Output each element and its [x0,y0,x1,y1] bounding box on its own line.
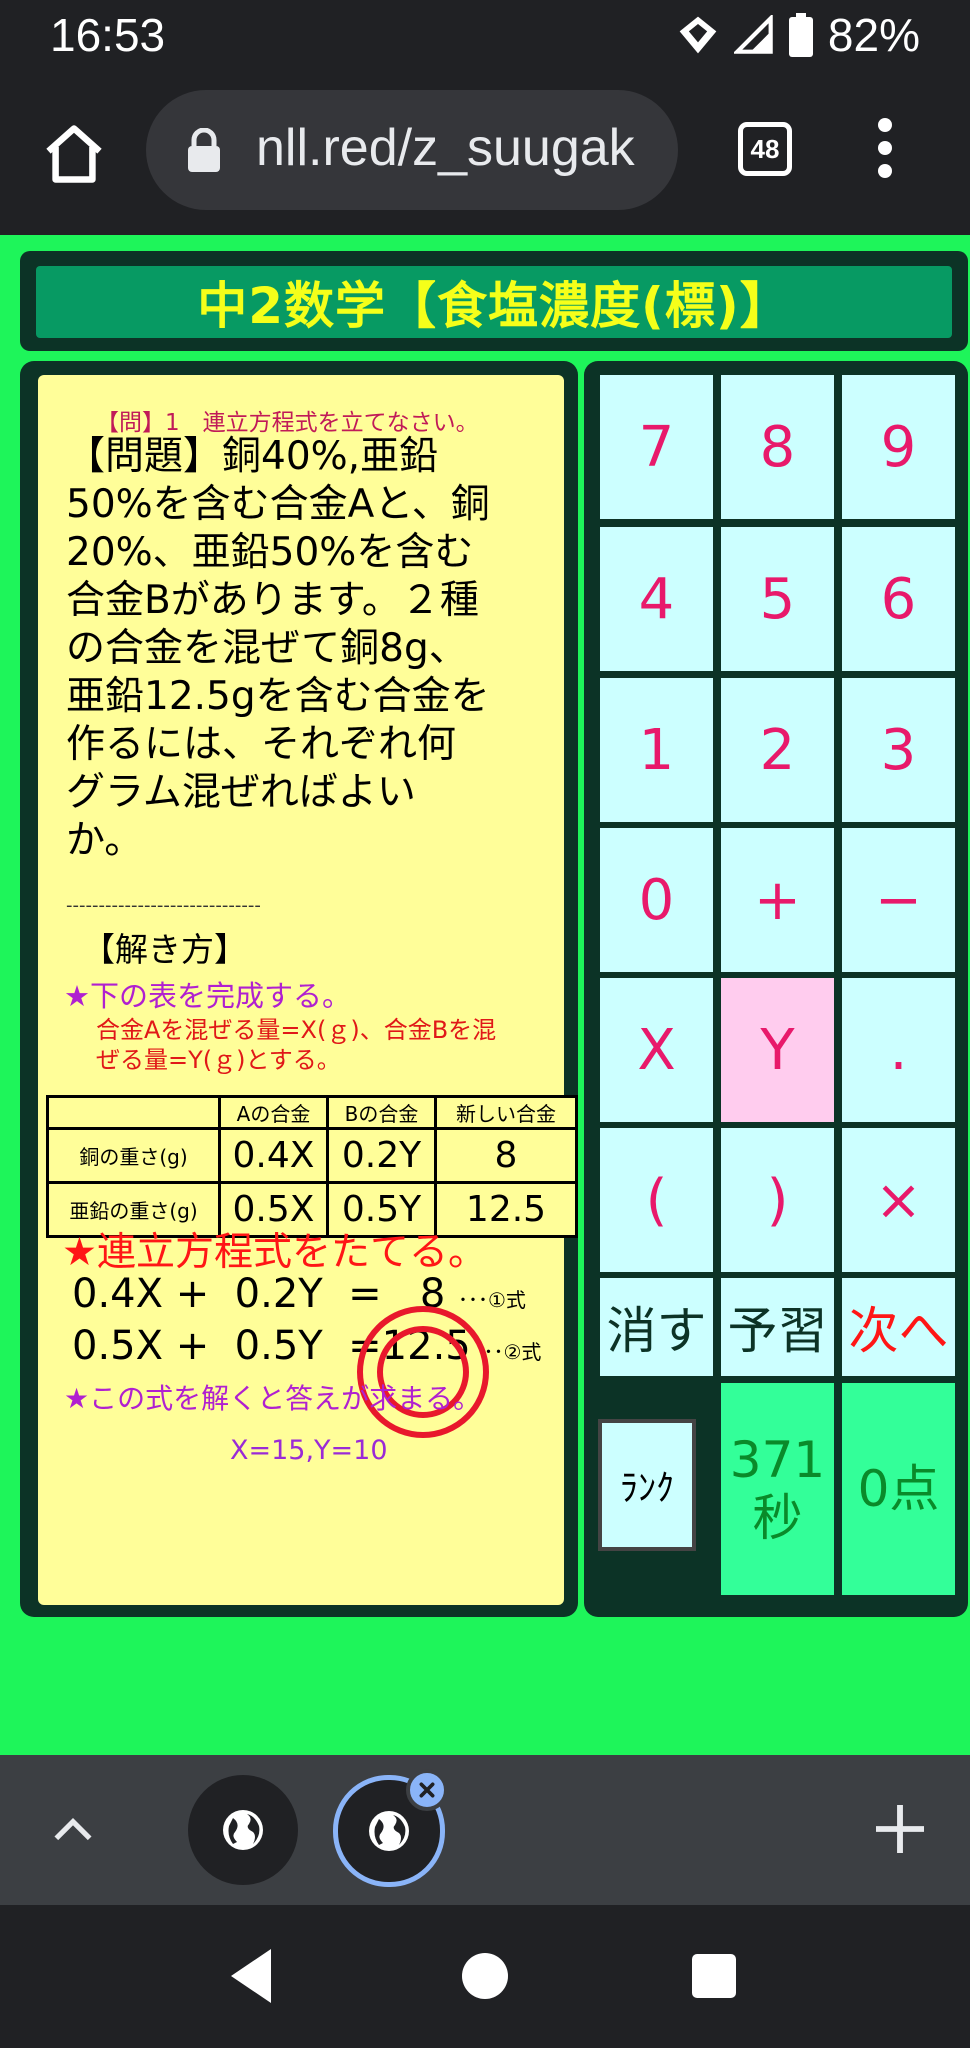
step3-text: ★この式を解くと答えが求まる。 [64,1382,482,1415]
timer-value: 371 [729,1431,826,1489]
navigation-bar [0,1905,970,2048]
key-9[interactable]: 9 [842,375,955,519]
question-label: 【問】1 連立方程式を立てなさい。 [96,410,479,436]
key-multiply[interactable]: × [842,1128,955,1272]
page-title: 中2数学【食塩濃度(標)】 [197,277,791,335]
key-5[interactable]: 5 [721,527,834,671]
signal-icon [733,15,773,54]
key-2[interactable]: 2 [721,678,834,822]
table-cell: 0.4X [218,1127,329,1184]
globe-icon [369,1811,409,1851]
step1-text: ★下の表を完成する。 [64,979,351,1013]
problem-line: 作るには、それぞれ何 [66,722,457,767]
tab-strip [0,1755,970,1905]
question-card: 【問】1 連立方程式を立てなさい。 【問題】銅40%,亜鉛 50%を含む合金Aと… [38,375,578,1605]
table-header: Aの合金 [218,1095,329,1130]
overflow-menu-icon[interactable] [868,118,902,182]
key-open-paren[interactable]: ( [600,1128,713,1272]
alloy-table: Aの合金 Bの合金 新しい合金 銅の重さ(g) 0.4X 0.2Y 8 亜鉛の重… [46,1095,578,1238]
problem-line: 20%、亜鉛50%を含む [66,530,474,575]
key-plus[interactable]: + [721,828,834,972]
battery-percent: 82% [827,9,920,61]
back-icon[interactable] [225,1945,275,2007]
home-nav-icon[interactable] [462,1953,508,1999]
key-close-paren[interactable]: ) [721,1128,834,1272]
score-display: 0点 [842,1383,955,1595]
key-minus[interactable]: − [842,828,955,972]
problem-line: の合金を混ぜて銅8g、 [66,626,468,671]
table-header [46,1095,221,1130]
equation-tag: ･･②式 [483,1340,542,1364]
keypad-panel: 7 8 9 4 5 6 1 2 3 0 + − X Y . ( ) × 消す 予… [584,361,968,1617]
question-panel: 【問】1 連立方程式を立てなさい。 【問題】銅40%,亜鉛 50%を含む合金Aと… [20,361,578,1617]
table-cell: 8 [434,1127,578,1184]
url-text: nll.red/z_suugak [256,119,635,177]
table-cell: 銅の重さ(g) [46,1127,221,1184]
system-icons: 82% [676,8,920,62]
key-4[interactable]: 4 [600,527,713,671]
tab-switcher-button[interactable]: 48 [738,122,792,176]
key-8[interactable]: 8 [721,375,834,519]
step2-text: ★連立方程式をたてる。 [62,1230,487,1275]
problem-line: 亜鉛12.5gを含む合金を [66,674,490,719]
key-1[interactable]: 1 [600,678,713,822]
table-row: 銅の重さ(g) 0.4X 0.2Y 8 [46,1127,578,1184]
key-0[interactable]: 0 [600,828,713,972]
table-header-row: Aの合金 Bの合金 新しい合金 [46,1095,578,1130]
answer-text: X=15,Y=10 [230,1435,388,1466]
globe-icon [223,1810,263,1850]
rank-button[interactable]: ﾗﾝｸ [598,1419,696,1551]
table-header: 新しい合金 [434,1095,578,1130]
problem-line: 50%を含む合金Aと、銅 [66,482,490,527]
title-banner: 中2数学【食塩濃度(標)】 [20,251,968,351]
table-header: Bの合金 [326,1095,437,1130]
problem-line: 合金Bがあります。２種 [66,578,479,623]
battery-icon [788,13,813,57]
status-bar: 16:53 82% [0,0,970,70]
key-3[interactable]: 3 [842,678,955,822]
delete-button[interactable]: 消す [600,1278,713,1376]
web-page: 中2数学【食塩濃度(標)】 【問】1 連立方程式を立てなさい。 【問題】銅40%… [0,235,970,1755]
close-tab-icon[interactable] [406,1769,448,1811]
variable-note: 合金Aを混ぜる量=X(ｇ)、合金Bを混 ぜる量=Y(ｇ)とする。 [96,1015,536,1075]
problem-line: か。 [66,818,144,863]
problem-text: 【問題】銅40%,亜鉛 50%を含む合金Aと、銅 20%、亜鉛50%を含む 合金… [66,433,556,865]
clock: 16:53 [50,9,166,61]
home-icon[interactable] [40,120,108,188]
data-saver-icon [679,16,717,54]
recents-icon[interactable] [692,1954,736,1998]
tab-thumbnail[interactable] [188,1775,298,1885]
timer-unit: 秒 [752,1489,803,1547]
note-line: 合金Aを混ぜる量=X(ｇ)、合金Bを混 [96,1016,497,1044]
divider: ------------------------------ [66,895,261,916]
problem-line: グラム混ぜればよい [66,770,416,815]
next-button[interactable]: 次へ [842,1278,955,1376]
key-x[interactable]: X [600,978,713,1122]
lock-icon [188,128,220,172]
chevron-up-icon[interactable] [48,1805,98,1855]
browser-toolbar: nll.red/z_suugak 48 [0,70,970,235]
timer-display: 371 秒 [721,1383,834,1595]
key-decimal[interactable]: . [842,978,955,1122]
key-6[interactable]: 6 [842,527,955,671]
key-7[interactable]: 7 [600,375,713,519]
new-tab-icon[interactable] [868,1797,932,1861]
problem-line: 【問題】銅40%,亜鉛 [66,434,439,479]
address-bar[interactable]: nll.red/z_suugak [146,90,678,210]
solution-heading: 【解き方】 [82,930,247,969]
correct-mark-icon [357,1306,489,1438]
note-line: ぜる量=Y(ｇ)とする。 [96,1046,341,1074]
key-y[interactable]: Y [721,978,834,1122]
preview-button[interactable]: 予習 [721,1278,834,1376]
table-cell: 0.2Y [326,1127,437,1184]
